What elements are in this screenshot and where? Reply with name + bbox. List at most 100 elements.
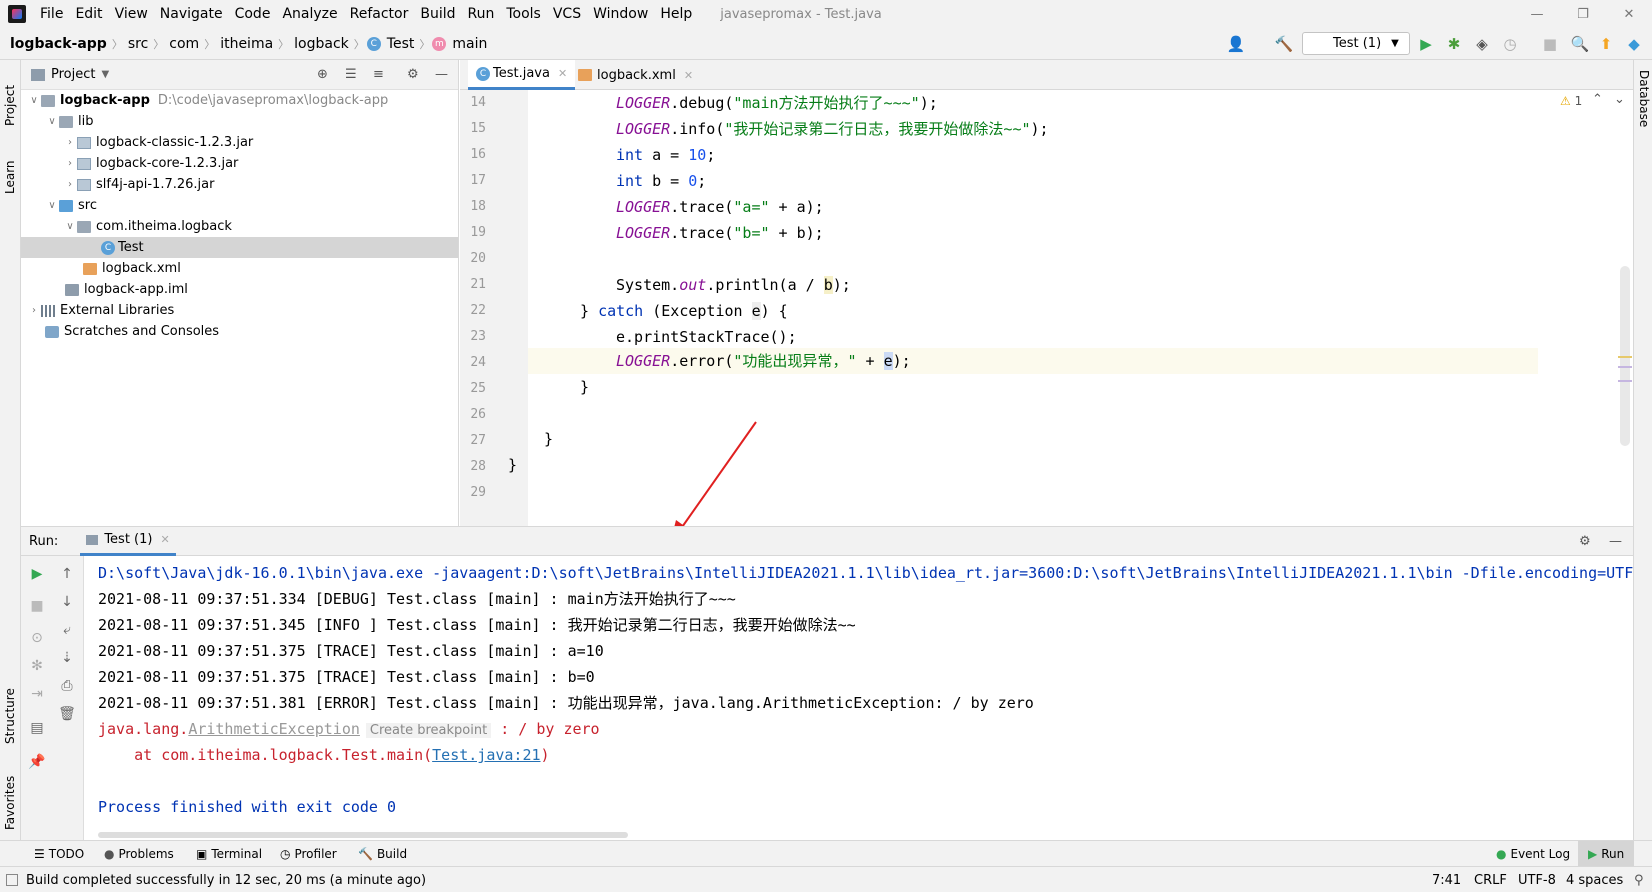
project-tool-label[interactable]: Project <box>3 66 17 126</box>
restore-icon[interactable]: ❐ <box>1560 0 1606 28</box>
gear-icon[interactable]: ⚙ <box>1579 534 1591 549</box>
print-icon[interactable]: ⎙ <box>57 676 77 696</box>
menu-tools[interactable]: Tools <box>500 6 547 22</box>
menu-analyze[interactable]: Analyze <box>276 6 343 22</box>
tree-item-jar[interactable]: › slf4j-api-1.7.26.jar <box>63 174 214 195</box>
layout-icon[interactable]: ▤ <box>27 718 47 738</box>
menu-file[interactable]: File <box>34 6 69 22</box>
soft-wrap-icon[interactable]: ⤶ <box>57 620 77 640</box>
tool-todo[interactable]: ☰ TODO <box>34 841 84 867</box>
scroll-to-end-icon[interactable]: ⇣ <box>57 648 77 668</box>
chevron-up-icon[interactable]: ⌃ <box>1592 92 1603 107</box>
tool-terminal[interactable]: ▣ Terminal <box>196 841 262 867</box>
close-window-icon[interactable]: ✕ <box>1606 0 1652 28</box>
gear-icon[interactable]: ⚙ <box>407 67 419 82</box>
close-icon[interactable]: ✕ <box>160 533 169 546</box>
run-config-select[interactable]: Test (1) ▼ <box>1302 32 1410 55</box>
breadcrumb-logback[interactable]: logback <box>291 36 352 52</box>
chevron-right-icon[interactable]: › <box>63 158 77 169</box>
stacktrace-source-link[interactable]: Test.java:21 <box>432 746 540 764</box>
screenshot-icon[interactable]: ⊙ <box>27 628 47 648</box>
tab-test-java[interactable]: C Test.java ✕ <box>468 60 576 90</box>
chevron-right-icon[interactable]: › <box>27 305 41 316</box>
breadcrumb-itheima[interactable]: itheima <box>217 36 276 52</box>
exit-icon[interactable]: ⇥ <box>27 684 47 704</box>
tree-item-package[interactable]: ∨ com.itheima.logback <box>63 216 232 237</box>
lock-icon[interactable]: ⚲ <box>1634 867 1644 893</box>
tool-run[interactable]: ▶ Run <box>1578 841 1635 867</box>
project-panel-title[interactable]: Project <box>51 67 95 82</box>
minimize-icon[interactable]: — <box>1514 0 1560 28</box>
breadcrumb-com[interactable]: com <box>166 36 202 52</box>
tree-item-logback-xml[interactable]: logback.xml <box>83 258 181 279</box>
hide-panel-icon[interactable]: — <box>435 67 448 82</box>
arrow-up-icon[interactable]: ↑ <box>57 564 77 584</box>
arrow-down-icon[interactable]: ↓ <box>57 592 77 612</box>
tree-item-scratches[interactable]: Scratches and Consoles <box>45 321 219 342</box>
chevron-down-icon[interactable]: ∨ <box>45 116 59 127</box>
menu-vcs[interactable]: VCS <box>547 6 587 22</box>
tree-item-test-selected[interactable]: C Test <box>21 237 458 258</box>
tool-profiler[interactable]: ◷ Profiler <box>280 841 337 867</box>
breadcrumb-test[interactable]: Test <box>384 36 418 52</box>
close-icon[interactable]: ✕ <box>558 67 567 80</box>
chevron-down-icon[interactable]: ∨ <box>27 95 41 106</box>
pin-icon[interactable]: 📌 <box>27 752 47 772</box>
breadcrumb-project[interactable]: logback-app <box>0 36 110 52</box>
menu-view[interactable]: View <box>109 6 154 22</box>
exception-class-link[interactable]: ArithmeticException <box>188 720 360 738</box>
tree-item-external-libraries[interactable]: › External Libraries <box>27 300 174 321</box>
tab-logback-xml[interactable]: logback.xml ✕ <box>570 60 701 90</box>
close-icon[interactable]: ✕ <box>684 69 693 82</box>
run-icon[interactable]: ▶ <box>1416 34 1436 54</box>
tool-build[interactable]: 🔨 Build <box>358 841 407 867</box>
warning-indicator[interactable]: ⚠ 1 <box>1560 94 1582 108</box>
chevron-right-icon[interactable]: › <box>63 137 77 148</box>
expand-all-icon[interactable]: ☰ <box>345 67 357 82</box>
trash-icon[interactable]: 🗑 <box>57 704 77 724</box>
menu-code[interactable]: Code <box>229 6 277 22</box>
stop-icon[interactable]: ■ <box>27 596 47 616</box>
menu-navigate[interactable]: Navigate <box>154 6 229 22</box>
favorites-tool-label[interactable]: Favorites <box>3 760 17 830</box>
menu-edit[interactable]: Edit <box>69 6 108 22</box>
tree-item-src[interactable]: ∨ src <box>45 195 97 216</box>
tree-item-jar[interactable]: › logback-core-1.2.3.jar <box>63 153 238 174</box>
tree-item-iml[interactable]: logback-app.iml <box>65 279 188 300</box>
debug-icon[interactable]: ✱ <box>1444 34 1464 54</box>
stop-icon[interactable]: ■ <box>1540 34 1560 54</box>
tool-problems[interactable]: ● Problems <box>104 841 174 867</box>
menu-window[interactable]: Window <box>587 6 654 22</box>
file-encoding[interactable]: UTF-8 <box>1518 867 1556 893</box>
menu-help[interactable]: Help <box>654 6 698 22</box>
caret-position[interactable]: 7:41 <box>1432 867 1461 893</box>
menu-refactor[interactable]: Refactor <box>344 6 415 22</box>
chevron-right-icon[interactable]: › <box>63 179 77 190</box>
user-icon[interactable]: 👤 <box>1226 34 1246 54</box>
chevron-down-icon[interactable]: ⌄ <box>1614 92 1625 107</box>
breadcrumb-src[interactable]: src <box>125 36 151 52</box>
collapse-all-icon[interactable]: ≡ <box>373 67 384 82</box>
console-horizontal-scrollbar[interactable] <box>98 832 628 838</box>
line-separator[interactable]: CRLF <box>1474 867 1507 893</box>
tree-root[interactable]: ∨ logback-app D:\code\javasepromax\logba… <box>27 90 388 111</box>
hide-panel-icon[interactable]: — <box>1609 534 1622 549</box>
indent-setting[interactable]: 4 spaces <box>1566 867 1623 893</box>
breadcrumb-main[interactable]: main <box>449 36 490 52</box>
menu-build[interactable]: Build <box>414 6 461 22</box>
update-icon[interactable]: ⬆ <box>1596 34 1616 54</box>
console-output[interactable]: D:\soft\Java\jdk-16.0.1\bin\java.exe -ja… <box>84 556 1633 840</box>
profiler-icon[interactable]: ◷ <box>1500 34 1520 54</box>
tool-event-log[interactable]: ● Event Log <box>1496 841 1570 867</box>
chevron-down-icon[interactable]: ∨ <box>45 200 59 211</box>
menu-run[interactable]: Run <box>462 6 501 22</box>
structure-tool-label[interactable]: Structure <box>3 664 17 744</box>
status-message[interactable]: Build completed successfully in 12 sec, … <box>6 867 426 893</box>
coverage-icon[interactable]: ◈ <box>1472 34 1492 54</box>
tree-item-jar[interactable]: › logback-classic-1.2.3.jar <box>63 132 253 153</box>
learn-tool-label[interactable]: Learn <box>3 144 17 194</box>
search-icon[interactable]: 🔍 <box>1570 34 1590 54</box>
chevron-down-icon[interactable]: ▼ <box>101 69 109 80</box>
database-tool-label[interactable]: Database <box>1637 70 1651 150</box>
rerun-icon[interactable]: ▶ <box>27 564 47 584</box>
